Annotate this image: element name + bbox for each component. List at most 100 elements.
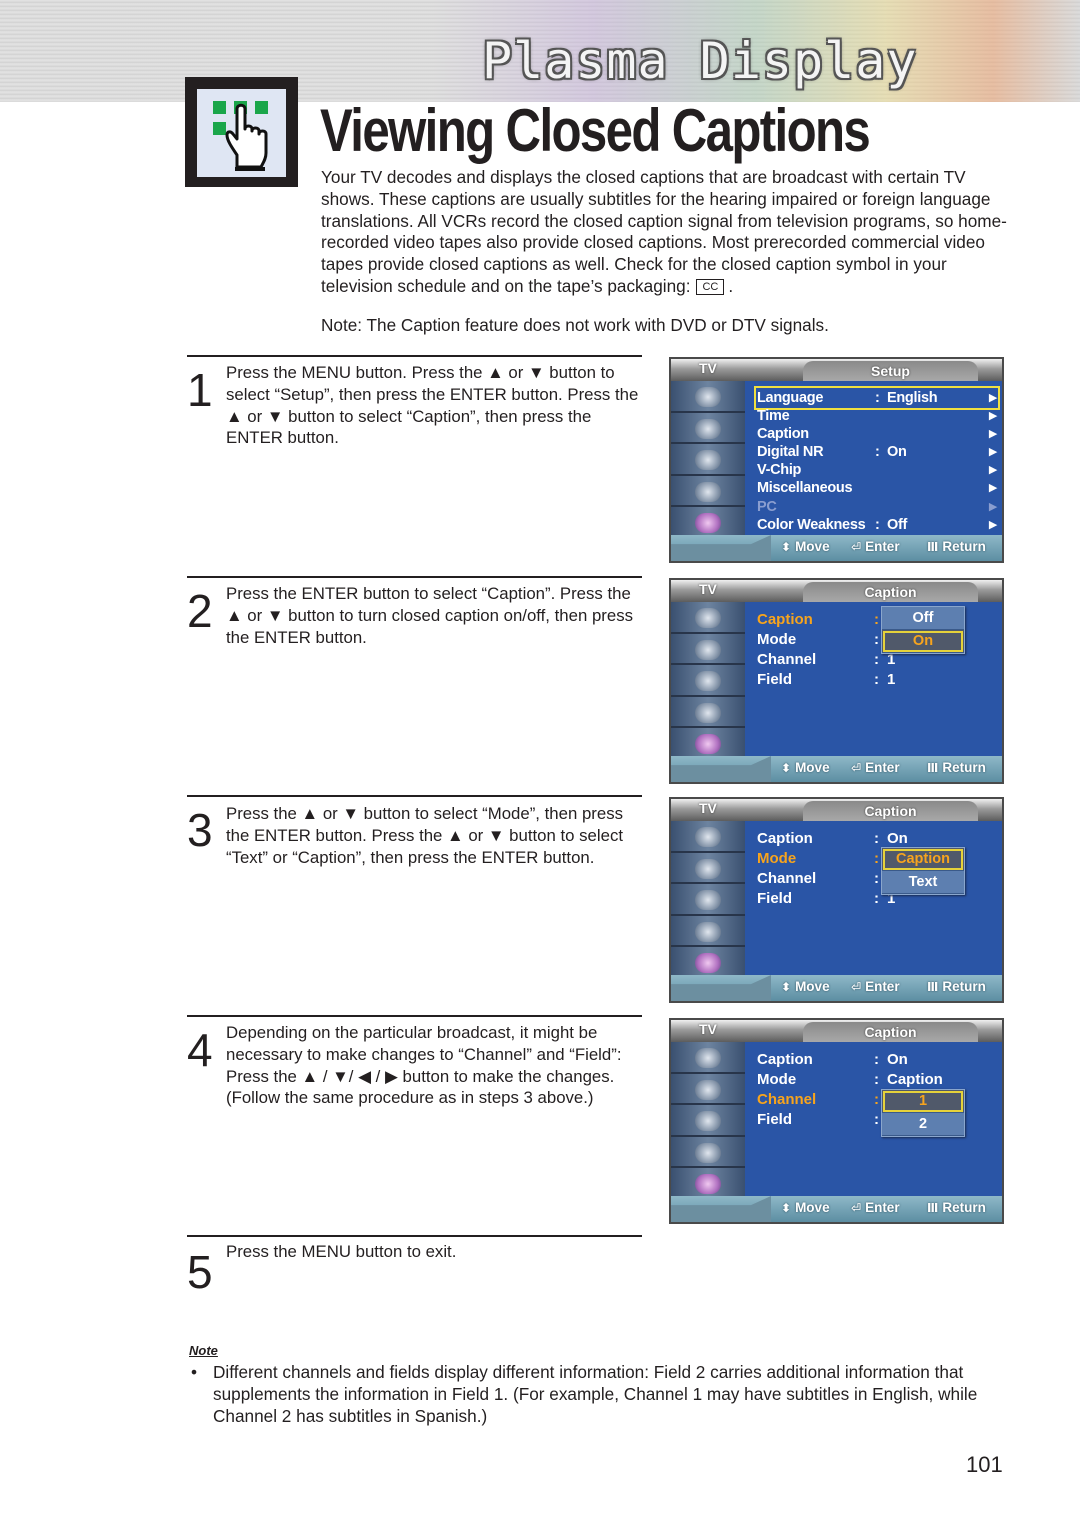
step-text: Press the ENTER button to select “Captio…	[226, 584, 633, 647]
osd-hint-bar: ⬍ Move ⏎ Enter Ⅲ Return	[671, 975, 1002, 1001]
cc-symbol-icon: CC	[696, 279, 725, 296]
hint-move: ⬍ Move	[781, 539, 830, 554]
menu-colon: :	[874, 850, 879, 867]
step-text: Press the ▲ or ▼ button to select “Mode”…	[226, 804, 623, 867]
remote-hand-icon	[185, 77, 298, 187]
osd-hint-bar: ⬍ Move ⏎ Enter Ⅲ Return	[671, 1196, 1002, 1222]
menu-label: PC	[757, 499, 777, 515]
dropdown-option-1[interactable]: 1	[882, 1090, 964, 1113]
menu-label: Language	[757, 390, 824, 406]
osd-menu-item-color-weakness[interactable]: Color Weakness : Off ▶	[757, 516, 997, 534]
step-text: Press the MENU button. Press the ▲ or ▼ …	[226, 363, 639, 448]
osd-sidebar-picture-icon[interactable]	[671, 1042, 745, 1074]
osd-screen-caption-onoff: TV Caption Caption : Mode : Channel : 1 …	[669, 578, 1004, 784]
osd-sidebar-channel-icon[interactable]	[671, 1105, 745, 1137]
osd-sidebar-channel-icon[interactable]	[671, 665, 745, 697]
osd-menu-item-digital-nr[interactable]: Digital NR : On ▶	[757, 443, 997, 461]
hint-return-label: Return	[942, 1200, 986, 1215]
arrow-right-icon: ▶	[988, 446, 997, 458]
osd-title: Caption	[803, 1022, 978, 1042]
osd-tv-label: TV	[699, 360, 717, 376]
osd-sidebar-sound-icon[interactable]	[671, 634, 745, 666]
menu-colon: :	[874, 611, 879, 628]
arrow-right-icon: ▶	[988, 428, 997, 440]
osd-menu-item-caption[interactable]: Caption ▶	[757, 425, 997, 443]
menu-value: 1	[887, 671, 896, 688]
osd-menu-item-v-chip[interactable]: V-Chip ▶	[757, 461, 997, 479]
dropdown-option-text[interactable]: Text	[882, 871, 964, 894]
osd-sidebar-setup-icon[interactable]	[671, 916, 745, 948]
osd-sidebar-setup-icon[interactable]	[671, 697, 745, 729]
osd-menu-item-miscellaneous[interactable]: Miscellaneous ▶	[757, 479, 997, 497]
menu-colon: :	[874, 870, 879, 887]
step-1: 1 Press the MENU button. Press the ▲ or …	[187, 355, 642, 555]
hint-move: ⬍ Move	[781, 1200, 830, 1215]
osd-tv-label: TV	[699, 800, 717, 816]
enter-icon: ⏎	[851, 980, 862, 994]
menu-label: Mode	[757, 850, 797, 867]
dropdown-option-2[interactable]: 2	[882, 1113, 964, 1136]
intro-text: Your TV decodes and displays the closed …	[321, 167, 1007, 296]
menu-colon: :	[874, 1071, 879, 1088]
osd-sidebar-sound-icon[interactable]	[671, 1074, 745, 1106]
menu-label: Digital NR	[757, 444, 824, 460]
menu-colon: :	[874, 651, 879, 668]
osd-sidebar-picture-icon[interactable]	[671, 821, 745, 853]
menu-label: Channel	[757, 870, 817, 887]
arrow-right-icon: ▶	[988, 464, 997, 476]
arrow-right-icon: ▶	[988, 501, 997, 513]
step-number: 3	[187, 804, 213, 856]
osd-sidebar-sound-icon[interactable]	[671, 853, 745, 885]
note-text: Different channels and fields display di…	[213, 1362, 978, 1426]
step-2: 2 Press the ENTER button to select “Capt…	[187, 576, 642, 776]
osd-sidebar-setup-icon[interactable]	[671, 476, 745, 508]
osd-menu-item-pc: PC ▶	[757, 498, 997, 516]
osd-menu-item-mode[interactable]: Mode : Caption	[757, 1070, 943, 1090]
osd-menu-item-caption[interactable]: Caption : On	[757, 1050, 937, 1070]
hint-enter: ⏎ Enter	[851, 1200, 900, 1215]
dropdown-option-on[interactable]: On	[882, 630, 964, 653]
dropdown-option-off[interactable]: Off	[882, 607, 964, 630]
osd-sidebar-channel-icon[interactable]	[671, 444, 745, 476]
menu-label: Mode	[757, 631, 797, 648]
hint-return: Ⅲ Return	[927, 760, 986, 775]
osd-header: TV Caption	[671, 1020, 1002, 1042]
osd-sidebar-picture-icon[interactable]	[671, 381, 745, 413]
menu-value: Off	[887, 517, 908, 533]
return-icon: Ⅲ	[927, 540, 939, 554]
hint-return: Ⅲ Return	[927, 979, 986, 994]
hint-move: ⬍ Move	[781, 979, 830, 994]
menu-value: English	[887, 390, 938, 406]
osd-sidebar-sound-icon[interactable]	[671, 413, 745, 445]
move-icon: ⬍	[781, 540, 792, 554]
intro-trailing: .	[728, 275, 734, 296]
step-3: 3 Press the ▲ or ▼ button to select “Mod…	[187, 795, 642, 995]
hint-move-label: Move	[795, 979, 830, 994]
menu-colon: :	[874, 1111, 879, 1128]
intro-paragraph: Your TV decodes and displays the closed …	[321, 167, 1021, 298]
osd-screen-setup: TV Setup Language : English ▶ Time ▶ Cap…	[669, 357, 1004, 563]
osd-menu-item-language[interactable]: Language : English ▶	[754, 386, 1000, 410]
menu-label: Caption	[757, 611, 813, 628]
note-label: Note	[189, 1343, 218, 1358]
hint-move-label: Move	[795, 760, 830, 775]
menu-colon: :	[874, 1051, 879, 1068]
dropdown-option-caption[interactable]: Caption	[882, 848, 964, 871]
osd-header: TV Caption	[671, 799, 1002, 821]
osd-hint-bar: ⬍ Move ⏎ Enter Ⅲ Return	[671, 535, 1002, 561]
osd-menu-item-field[interactable]: Field : 1	[757, 670, 937, 690]
osd-title: Setup	[803, 361, 978, 381]
menu-colon: :	[874, 1091, 879, 1108]
step-text: Depending on the particular broadcast, i…	[226, 1023, 622, 1108]
arrow-right-icon: ▶	[988, 519, 997, 531]
hint-enter-label: Enter	[865, 760, 900, 775]
osd-sidebar-channel-icon[interactable]	[671, 884, 745, 916]
osd-sidebar-setup-icon[interactable]	[671, 1137, 745, 1169]
hint-move-label: Move	[795, 539, 830, 554]
osd-sidebar	[671, 381, 745, 539]
osd-sidebar-picture-icon[interactable]	[671, 602, 745, 634]
osd-menu-item-caption[interactable]: Caption : On	[757, 829, 937, 849]
osd-menu-item-time[interactable]: Time ▶	[757, 407, 997, 425]
menu-label: Channel	[757, 651, 817, 668]
arrow-right-icon: ▶	[988, 392, 997, 404]
